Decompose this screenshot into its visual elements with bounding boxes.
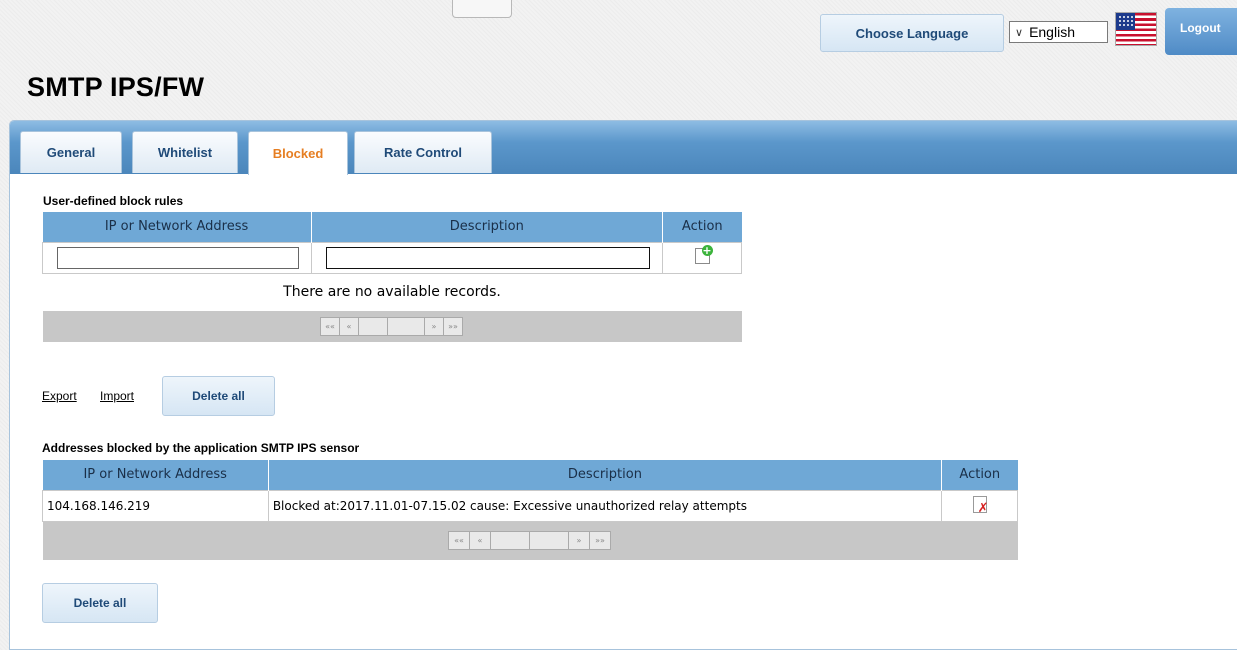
first-page-button[interactable]: ««: [448, 531, 470, 551]
page-number-box[interactable]: [490, 531, 530, 551]
tab-whitelist[interactable]: Whitelist: [132, 131, 238, 173]
user-rules-table: IP or Network Address Description Action…: [42, 212, 742, 342]
user-rules-title: User-defined block rules: [43, 194, 184, 208]
empty-records-message: There are no available records.: [283, 284, 501, 301]
sensor-blocked-table: IP or Network Address Description Action…: [42, 460, 1018, 560]
new-rule-row: +: [42, 241, 742, 274]
blocked-description-cell: Blocked at:2017.11.01-07.15.02 cause: Ex…: [267, 489, 943, 522]
delete-all-sensor-blocked-button[interactable]: Delete all: [42, 583, 158, 623]
pagination: «« « » »»: [320, 317, 463, 336]
table-header-row: IP or Network Address Description Action: [42, 212, 742, 242]
language-select[interactable]: ∨ English: [1009, 21, 1108, 43]
export-link[interactable]: Export: [42, 389, 77, 403]
previous-page-button[interactable]: «: [339, 317, 359, 336]
tab-general[interactable]: General: [20, 131, 122, 173]
pager-row: «« « » »»: [42, 311, 742, 342]
page-number-box[interactable]: [358, 317, 388, 336]
tab-bar: General Whitelist Blocked Rate Control: [10, 121, 1237, 175]
page-count-box: [529, 531, 569, 551]
import-link[interactable]: Import: [100, 389, 134, 403]
page-title: SMTP IPS/FW: [27, 72, 205, 102]
column-header-action: Action: [662, 212, 742, 242]
add-record-icon[interactable]: +: [694, 245, 713, 264]
delete-record-icon[interactable]: ✗: [972, 495, 989, 515]
page-count-box: [387, 317, 425, 336]
ip-address-input[interactable]: [57, 246, 299, 269]
column-header-description: Description: [267, 460, 942, 490]
column-header-ip: IP or Network Address: [42, 460, 269, 490]
description-input[interactable]: [325, 246, 651, 269]
tab-blocked[interactable]: Blocked: [248, 131, 348, 175]
pager-row: «« « » »»: [42, 521, 1018, 560]
table-row: 104.168.146.219 Blocked at:2017.11.01-07…: [42, 489, 1018, 522]
last-page-button[interactable]: »»: [443, 317, 463, 336]
column-header-action: Action: [941, 460, 1018, 490]
language-selected-value: English: [1029, 24, 1075, 40]
last-page-button[interactable]: »»: [589, 531, 611, 551]
blocked-ip-cell: 104.168.146.219: [42, 489, 269, 522]
chevron-down-icon: ∨: [1015, 26, 1024, 39]
choose-language-button[interactable]: Choose Language: [820, 14, 1004, 52]
column-header-description: Description: [310, 212, 663, 242]
sensor-blocked-title: Addresses blocked by the application SMT…: [42, 441, 360, 455]
table-header-row: IP or Network Address Description Action: [42, 460, 1018, 490]
first-page-button[interactable]: ««: [320, 317, 340, 336]
logout-button[interactable]: Logout: [1165, 8, 1237, 55]
top-collapsed-tab: [452, 0, 512, 18]
next-page-button[interactable]: »: [424, 317, 444, 336]
next-page-button[interactable]: »: [568, 531, 590, 551]
tab-rate-control[interactable]: Rate Control: [354, 131, 492, 173]
us-flag-icon: [1115, 12, 1157, 46]
previous-page-button[interactable]: «: [469, 531, 491, 551]
empty-message-row: There are no available records.: [43, 273, 742, 311]
column-header-ip: IP or Network Address: [42, 212, 312, 242]
pagination: «« « » »»: [448, 531, 611, 551]
delete-all-user-rules-button[interactable]: Delete all: [162, 376, 275, 416]
